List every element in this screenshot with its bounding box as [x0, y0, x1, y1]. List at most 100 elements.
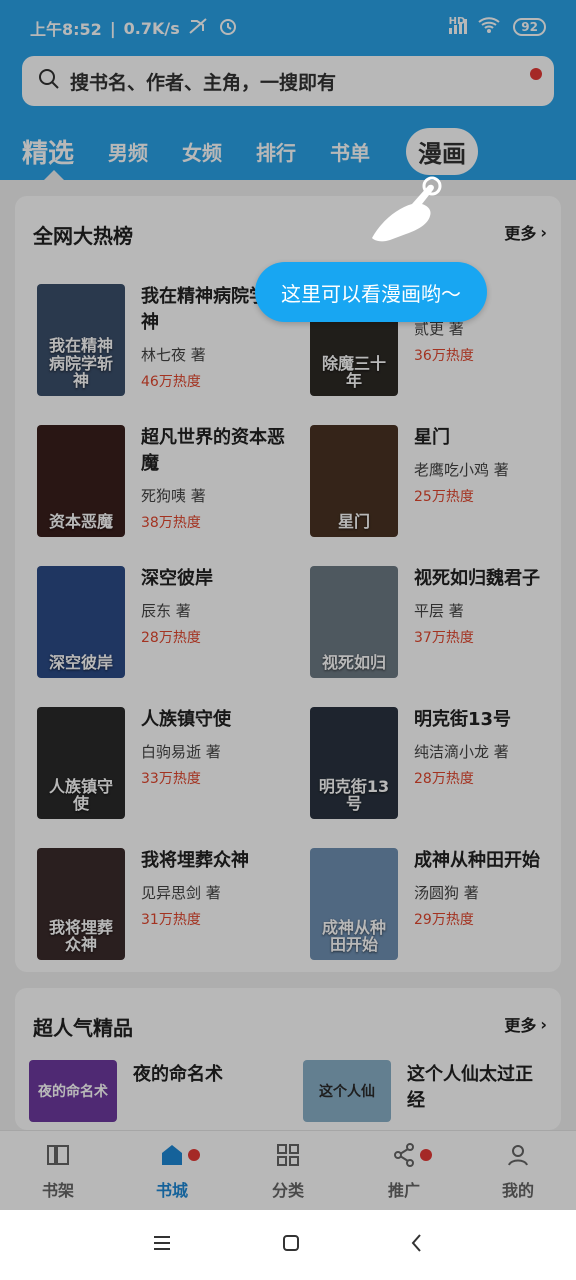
nav-label: 书城 — [155, 1181, 188, 1200]
app-header: 上午8:52 | 0.7K/s HD 92 搜书名、作者、主角，一搜即有 精选 … — [0, 0, 576, 180]
home-icon[interactable] — [282, 1234, 300, 1256]
category-tabs: 精选 男频 女频 排行 书单 漫画 — [22, 126, 512, 176]
book-author: 辰东 著 — [141, 602, 191, 620]
book-author: 林七夜 著 — [141, 346, 206, 364]
tooltip-comics-guide[interactable]: 这里可以看漫画哟～ — [255, 262, 487, 322]
cover-text: 我将埋葬众神 — [48, 917, 113, 955]
tab-booklist[interactable]: 书单 — [330, 137, 370, 166]
book-item[interactable]: 资本恶魔 超凡世界的资本恶魔 死狗咦 著 38万热度 — [37, 425, 297, 545]
search-icon — [38, 68, 70, 95]
status-left: 上午8:52 | 0.7K/s — [30, 16, 238, 40]
more-label: 更多 — [504, 1016, 537, 1035]
book-title: 夜的命名术 — [133, 1064, 223, 1085]
nav-label: 推广 — [387, 1181, 420, 1200]
nav-label: 分类 — [271, 1181, 304, 1200]
tab-male[interactable]: 男频 — [108, 137, 148, 166]
pointing-hand-icon — [360, 176, 450, 256]
book-cover: 我在精神病院学斩神 — [37, 284, 125, 396]
book-heat: 38万热度 — [141, 515, 201, 531]
book-author: 白驹易逝 著 — [141, 743, 221, 761]
book-item[interactable]: 深空彼岸 深空彼岸 辰东 著 28万热度 — [37, 566, 297, 686]
hot-list-title: 全网大热榜 — [33, 224, 133, 248]
book-cover: 成神从种田开始 — [310, 848, 398, 960]
status-time: 上午8:52 — [30, 20, 102, 39]
cover-text: 视死如归 — [321, 653, 386, 673]
cover-text: 我在精神病院学斩神 — [48, 336, 113, 391]
bookshelf-icon — [18, 1141, 98, 1173]
nav-bookshelf[interactable]: 书架 — [18, 1141, 98, 1201]
book-title: 成神从种田开始 — [414, 850, 540, 871]
popular-book-1[interactable]: 这个人仙 这个人仙太过正经 — [295, 1050, 555, 1130]
popular-card: 超人气精品 更多 › 夜的命名术 夜的命名术 这个人仙 这个人仙太过正经 — [15, 988, 561, 1130]
nav-badge-dot — [188, 1149, 200, 1161]
nav-profile[interactable]: 我的 — [478, 1141, 558, 1201]
book-cover: 明克街13号 — [310, 707, 398, 819]
book-item[interactable]: 明克街13号 明克街13号 纯洁滴小龙 著 28万热度 — [310, 707, 570, 827]
wifi-icon — [477, 16, 501, 38]
book-heat: 28万热度 — [414, 771, 474, 787]
profile-icon — [478, 1141, 558, 1173]
cover-text: 资本恶魔 — [48, 512, 113, 532]
cover-text: 明克街13号 — [318, 776, 390, 814]
nav-bookstore[interactable]: 书城 — [132, 1141, 212, 1201]
tab-comics[interactable]: 漫画 — [406, 127, 479, 175]
book-title: 明克街13号 — [414, 709, 512, 730]
back-icon[interactable] — [410, 1233, 424, 1257]
book-cover: 夜的命名术 — [29, 1060, 117, 1122]
category-icon — [248, 1141, 328, 1173]
cover-text: 除魔三十年 — [321, 353, 386, 391]
book-heat: 29万热度 — [414, 912, 474, 928]
book-author: 纯洁滴小龙 著 — [414, 743, 509, 761]
book-heat: 36万热度 — [414, 348, 474, 364]
nav-label: 我的 — [501, 1181, 534, 1200]
book-author: 汤圆狗 著 — [414, 884, 479, 902]
book-heat: 33万热度 — [141, 771, 201, 787]
chevron-right-icon: › — [540, 222, 547, 242]
book-author: 平层 著 — [414, 602, 464, 620]
book-info: 人族镇守使白驹易逝 著 33万热度 — [141, 707, 291, 788]
book-item[interactable]: 人族镇守使 人族镇守使白驹易逝 著 33万热度 — [37, 707, 297, 827]
active-tab-indicator — [44, 170, 64, 180]
tab-featured[interactable]: 精选 — [22, 133, 74, 170]
cover-text: 深空彼岸 — [48, 653, 113, 673]
nav-category[interactable]: 分类 — [248, 1141, 328, 1201]
search-input[interactable]: 搜书名、作者、主角，一搜即有 — [22, 56, 554, 106]
book-item[interactable]: 星门 星门 老鹰吃小鸡 著 25万热度 — [310, 425, 570, 545]
book-title: 星门 — [414, 427, 450, 448]
status-network-speed: 0.7K/s — [123, 18, 180, 38]
store-icon — [132, 1141, 212, 1173]
popular-title: 超人气精品 — [33, 1016, 133, 1040]
book-cover: 这个人仙 — [303, 1060, 391, 1122]
hot-list-more-button[interactable]: 更多 › — [504, 220, 547, 244]
nav-promote[interactable]: 推广 — [364, 1141, 444, 1201]
book-cover: 资本恶魔 — [37, 425, 125, 537]
bottom-navigation: 书架 书城 分类 推广 我的 — [0, 1130, 576, 1210]
book-item[interactable]: 成神从种田开始 成神从种田开始 汤圆狗 著 29万热度 — [310, 848, 570, 968]
mute-icon — [188, 17, 210, 39]
book-title: 人族镇守使 — [141, 709, 231, 730]
popular-book-0[interactable]: 夜的命名术 夜的命名术 — [21, 1050, 281, 1130]
nav-badge-dot — [420, 1149, 432, 1161]
tab-ranking[interactable]: 排行 — [256, 137, 296, 166]
book-heat: 31万热度 — [141, 912, 201, 928]
notification-dot — [530, 68, 542, 80]
book-title: 视死如归魏君子 — [414, 568, 540, 589]
alarm-icon — [218, 16, 238, 40]
tab-female[interactable]: 女频 — [182, 137, 222, 166]
cover-text: 星门 — [337, 512, 370, 532]
hd-label: HD — [448, 15, 466, 27]
book-title: 超凡世界的资本恶魔 — [141, 427, 285, 474]
status-bar: 上午8:52 | 0.7K/s HD 92 — [0, 0, 576, 52]
system-navigation — [0, 1210, 576, 1280]
book-info: 超凡世界的资本恶魔 死狗咦 著 38万热度 — [141, 425, 291, 532]
book-heat: 25万热度 — [414, 489, 474, 505]
book-title: 我将埋葬众神 — [141, 850, 249, 871]
cover-text: 成神从种田开始 — [321, 917, 386, 955]
share-icon — [364, 1141, 444, 1173]
book-item[interactable]: 视死如归 视死如归魏君子 平层 著 37万热度 — [310, 566, 570, 686]
menu-icon[interactable] — [152, 1234, 172, 1256]
book-info: 星门 老鹰吃小鸡 著 25万热度 — [414, 425, 564, 506]
popular-more-button[interactable]: 更多 › — [504, 1012, 547, 1036]
book-heat: 46万热度 — [141, 374, 201, 390]
book-item[interactable]: 我将埋葬众神 我将埋葬众神 见异思剑 著 31万热度 — [37, 848, 297, 968]
